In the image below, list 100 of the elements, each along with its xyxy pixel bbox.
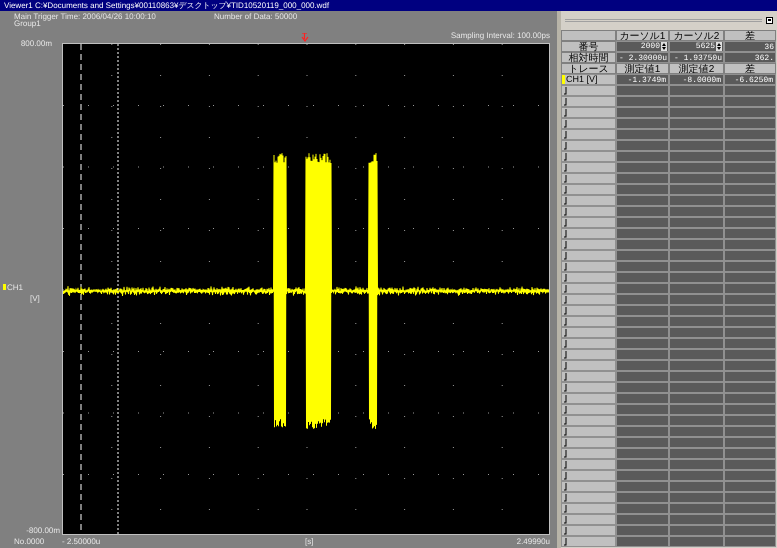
table-cell bbox=[724, 503, 776, 514]
table-cell bbox=[669, 162, 724, 173]
table-cell bbox=[724, 184, 776, 195]
table-cell bbox=[669, 470, 724, 481]
table-cell bbox=[669, 437, 724, 448]
table-cell bbox=[669, 151, 724, 162]
table-cell bbox=[669, 327, 724, 338]
table-cell bbox=[724, 195, 776, 206]
channel-name: CH1 bbox=[7, 283, 24, 292]
table-cell bbox=[724, 140, 776, 151]
table-cell bbox=[669, 503, 724, 514]
table-cell bbox=[724, 448, 776, 459]
cursor-value: - 1.93750u bbox=[669, 52, 724, 63]
table-cell bbox=[669, 426, 724, 437]
table-cell bbox=[669, 239, 724, 250]
y-min-label: -800.00m bbox=[26, 526, 60, 535]
table-cell bbox=[724, 327, 776, 338]
table-cell bbox=[669, 283, 724, 294]
spinner-icon[interactable] bbox=[661, 42, 667, 51]
data-count: Number of Data: 50000 bbox=[214, 12, 298, 21]
table-cell bbox=[724, 162, 776, 173]
y-max-label: 800.00m bbox=[20, 39, 52, 48]
table-cell bbox=[669, 481, 724, 492]
table-cell bbox=[669, 228, 724, 239]
table-cell bbox=[724, 228, 776, 239]
table-cell bbox=[724, 371, 776, 382]
table-cell bbox=[669, 272, 724, 283]
table-cell bbox=[669, 404, 724, 415]
table-cell bbox=[724, 261, 776, 272]
cursor-value: 36 bbox=[724, 41, 776, 52]
table-cell bbox=[669, 206, 724, 217]
table-cell bbox=[669, 360, 724, 371]
table-cell bbox=[669, 514, 724, 525]
table-cell bbox=[669, 492, 724, 503]
table-cell bbox=[724, 217, 776, 228]
table-cell bbox=[669, 393, 724, 404]
row-label: 番号 bbox=[561, 41, 616, 52]
column-header: カーソル2 bbox=[669, 30, 724, 41]
table-cell bbox=[724, 338, 776, 349]
cursor-value: - 2.30000u bbox=[616, 52, 669, 63]
table-cell bbox=[669, 217, 724, 228]
table-cell bbox=[724, 239, 776, 250]
table-cell bbox=[724, 173, 776, 184]
table-cell bbox=[724, 107, 776, 118]
trigger-time: Main Trigger Time: 2006/04/26 10:00:10 bbox=[14, 12, 156, 21]
record-number: No.0000 bbox=[14, 537, 44, 546]
table-cell bbox=[669, 305, 724, 316]
spin-field[interactable]: 2000 bbox=[616, 41, 669, 52]
table-cell bbox=[669, 184, 724, 195]
table-cell bbox=[724, 393, 776, 404]
table-cell bbox=[669, 349, 724, 360]
spin-field[interactable]: 5625 bbox=[669, 41, 724, 52]
table-cell bbox=[669, 173, 724, 184]
channel-unit: [V] bbox=[30, 294, 40, 303]
cursor-value: 362. bbox=[724, 52, 776, 63]
table-cell bbox=[724, 294, 776, 305]
group-label: Group1 bbox=[14, 19, 41, 28]
table-cell bbox=[724, 129, 776, 140]
table-cell bbox=[724, 382, 776, 393]
table-cell bbox=[724, 514, 776, 525]
table-cell bbox=[724, 415, 776, 426]
table-cell bbox=[724, 85, 776, 96]
x-start-label: - 2.50000u bbox=[62, 537, 100, 546]
table-cell bbox=[669, 195, 724, 206]
measured-value: -6.6250m bbox=[724, 74, 776, 85]
table-cell bbox=[669, 250, 724, 261]
table-cell bbox=[669, 382, 724, 393]
table-cell bbox=[724, 96, 776, 107]
measured-value: -8.0000m bbox=[669, 74, 724, 85]
x-unit-label: [s] bbox=[305, 537, 314, 546]
table-cell bbox=[724, 536, 776, 547]
table-cell bbox=[669, 261, 724, 272]
title-bar: Viewer1 C:¥Documents and Settings¥00110863¥デスクトップ¥TID10520119_000_000.wdf bbox=[0, 0, 777, 11]
table-cell bbox=[669, 294, 724, 305]
table-cell bbox=[724, 151, 776, 162]
table-cell bbox=[724, 360, 776, 371]
column-header: トレース bbox=[561, 63, 616, 74]
table-cell bbox=[724, 316, 776, 327]
table-cell bbox=[724, 426, 776, 437]
trace-name: CH1 [V] bbox=[566, 74, 598, 85]
table-cell bbox=[669, 338, 724, 349]
table-cell bbox=[669, 415, 724, 426]
measured-value: -1.3749m bbox=[616, 74, 669, 85]
table-cell bbox=[724, 481, 776, 492]
table-cell bbox=[724, 349, 776, 360]
table-cell bbox=[724, 459, 776, 470]
panel-toggle-icon[interactable] bbox=[766, 17, 773, 24]
trigger-marker-icon bbox=[301, 33, 309, 42]
row-label: 相対時間 bbox=[561, 52, 616, 63]
column-header: 差 bbox=[724, 63, 776, 74]
table-cell bbox=[669, 107, 724, 118]
table-cell bbox=[724, 250, 776, 261]
table-cell bbox=[724, 272, 776, 283]
table-cell bbox=[669, 85, 724, 96]
table-cell bbox=[669, 96, 724, 107]
spinner-icon[interactable] bbox=[716, 42, 722, 51]
table-cell bbox=[669, 371, 724, 382]
table-cell bbox=[669, 129, 724, 140]
table-cell bbox=[724, 305, 776, 316]
table-cell bbox=[669, 536, 724, 547]
